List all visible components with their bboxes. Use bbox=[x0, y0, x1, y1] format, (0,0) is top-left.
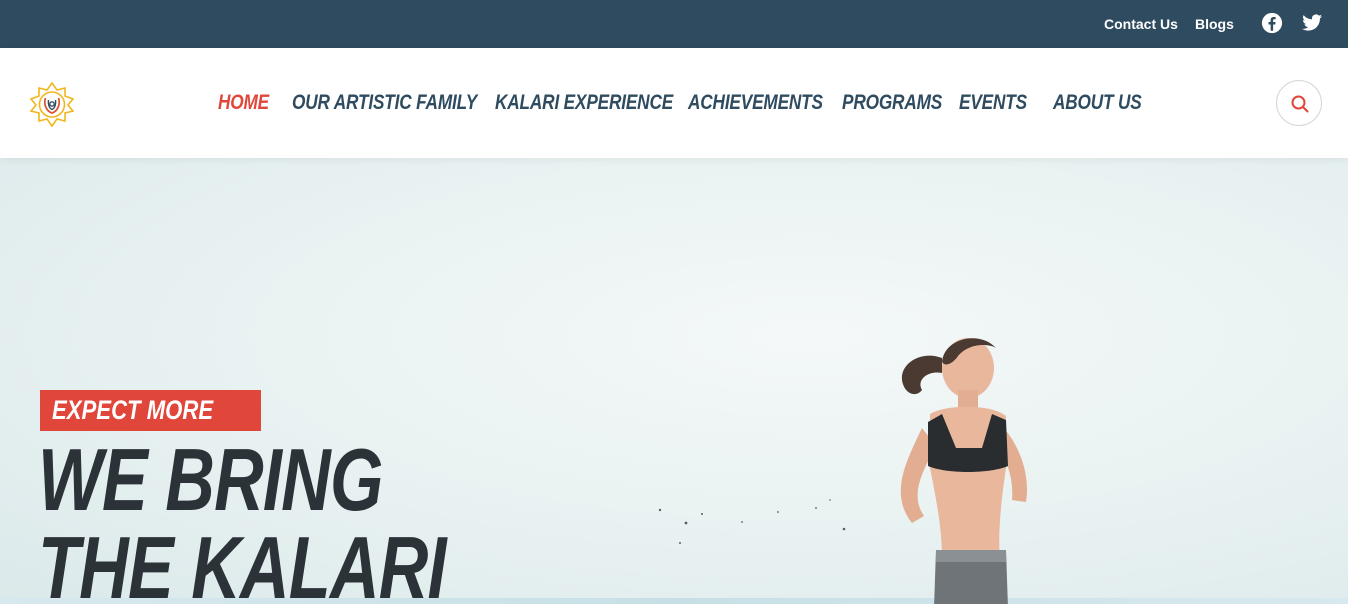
hero-headline: WE BRING THE KALARI bbox=[38, 430, 447, 604]
nav-item-home[interactable]: HOME bbox=[218, 89, 269, 117]
nav-item-kalari-experience[interactable]: KALARI EXPERIENCE bbox=[495, 89, 673, 117]
headline-line-2: THE KALARI bbox=[38, 518, 447, 604]
search-icon bbox=[1291, 95, 1309, 113]
search-button[interactable] bbox=[1276, 80, 1322, 126]
contact-us-link[interactable]: Contact Us bbox=[1104, 14, 1178, 34]
nav-item-events[interactable]: EVENTS bbox=[959, 89, 1027, 117]
facebook-icon[interactable] bbox=[1261, 12, 1283, 34]
lotus-logo-icon[interactable] bbox=[28, 80, 76, 128]
nav-item-our-artistic-family[interactable]: OUR ARTISTIC FAMILY bbox=[292, 89, 477, 117]
top-bar: Contact Us Blogs bbox=[0, 0, 1348, 48]
badge-text: EXPECT MORE bbox=[52, 395, 214, 425]
hero-banner: EXPECT MORE WE BRING THE KALARI bbox=[0, 158, 1348, 604]
twitter-icon[interactable] bbox=[1301, 12, 1323, 34]
nav-item-programs[interactable]: PROGRAMS bbox=[842, 89, 942, 117]
sand-spray bbox=[658, 499, 846, 544]
main-navbar: HOME OUR ARTISTIC FAMILY KALARI EXPERIEN… bbox=[0, 48, 1348, 158]
runner-image bbox=[900, 338, 1027, 604]
headline-line-1: WE BRING bbox=[38, 430, 383, 529]
nav-item-achievements[interactable]: ACHIEVEMENTS bbox=[688, 89, 823, 117]
nav-item-about-us[interactable]: ABOUT US bbox=[1053, 89, 1142, 117]
expect-more-badge: EXPECT MORE bbox=[40, 390, 261, 431]
blogs-link[interactable]: Blogs bbox=[1195, 14, 1234, 34]
